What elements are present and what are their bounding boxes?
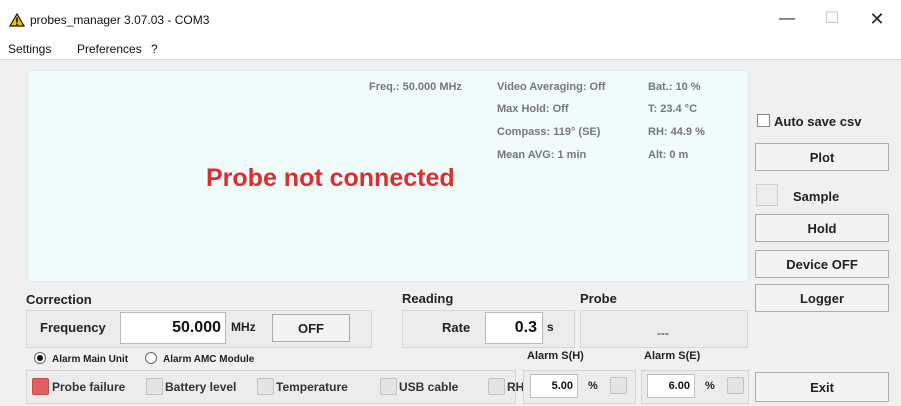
rate-unit: s	[547, 320, 554, 334]
usb-cable-checkbox[interactable]	[380, 378, 397, 395]
menu-help[interactable]: ?	[151, 42, 158, 56]
display-humidity: RH: 44.9 %	[648, 126, 705, 138]
warning-triangle-icon	[9, 13, 25, 27]
battery-level-checkbox[interactable]	[146, 378, 163, 395]
probe-section-label: Probe	[580, 291, 617, 306]
temperature-label: Temperature	[276, 380, 348, 394]
probe-failure-checkbox[interactable]	[32, 378, 49, 395]
sample-checkbox[interactable]	[756, 184, 778, 206]
alarm-se-input[interactable]	[647, 374, 695, 398]
menu-bar: Settings Preferences ?	[0, 38, 901, 60]
frequency-unit: MHz	[231, 320, 256, 334]
battery-level-label: Battery level	[165, 380, 237, 394]
probe-failure-label: Probe failure	[52, 380, 126, 394]
alarm-main-unit-label: Alarm Main Unit	[52, 354, 129, 365]
alarm-se-checkbox[interactable]	[727, 377, 744, 394]
alarm-se-unit: %	[705, 380, 715, 392]
probe-value: ---	[657, 326, 669, 340]
display-compass: Compass: 119° (SE)	[497, 126, 601, 138]
auto-save-csv-label: Auto save csv	[774, 114, 862, 129]
usb-cable-label: USB cable	[399, 380, 459, 394]
frequency-label: Frequency	[40, 320, 106, 335]
alarm-sh-unit: %	[588, 380, 598, 392]
logger-button[interactable]: Logger	[755, 284, 889, 312]
plot-button[interactable]: Plot	[755, 143, 889, 171]
close-button[interactable]: ✕	[855, 0, 899, 38]
correction-off-button[interactable]: OFF	[272, 314, 350, 342]
temperature-checkbox[interactable]	[257, 378, 274, 395]
alarm-amc-module-radio[interactable]	[145, 352, 157, 364]
display-frequency: Freq.: 50.000 MHz	[369, 81, 462, 93]
frequency-input[interactable]	[120, 312, 226, 344]
rate-input[interactable]	[485, 312, 543, 344]
alarm-sh-input[interactable]	[530, 374, 578, 398]
rh-label: RH	[507, 380, 525, 394]
reading-section-label: Reading	[402, 291, 454, 306]
display-battery: Bat.: 10 %	[648, 81, 701, 93]
maximize-button[interactable]: ☐	[810, 0, 854, 38]
measurement-display: Freq.: 50.000 MHz Video Averaging: Off M…	[27, 70, 749, 282]
status-message: Probe not connected	[206, 164, 455, 192]
alarm-se-label: Alarm S(E)	[644, 350, 701, 362]
alarm-main-unit-radio[interactable]	[34, 352, 46, 364]
hold-button[interactable]: Hold	[755, 214, 889, 242]
display-max-hold: Max Hold: Off	[497, 103, 569, 115]
minimize-button[interactable]: —	[765, 0, 809, 38]
alarm-amc-module-label: Alarm AMC Module	[163, 354, 255, 365]
device-off-button[interactable]: Device OFF	[755, 250, 889, 278]
display-mean-avg: Mean AVG: 1 min	[497, 149, 587, 161]
alarm-sh-checkbox[interactable]	[610, 377, 627, 394]
display-altitude: Alt: 0 m	[648, 149, 689, 161]
correction-section-label: Correction	[26, 292, 92, 307]
sample-label: Sample	[793, 189, 840, 204]
alarm-sh-label: Alarm S(H)	[527, 350, 584, 362]
menu-preferences[interactable]: Preferences	[77, 42, 142, 56]
display-temperature: T: 23.4 °C	[648, 103, 698, 115]
rate-label: Rate	[442, 320, 471, 335]
window-title: probes_manager 3.07.03 - COM3	[30, 13, 210, 27]
exit-button[interactable]: Exit	[755, 372, 889, 402]
auto-save-csv-checkbox[interactable]	[757, 114, 770, 127]
display-video-averaging: Video Averaging: Off	[497, 81, 606, 93]
menu-settings[interactable]: Settings	[8, 42, 51, 56]
rh-checkbox[interactable]	[488, 378, 505, 395]
